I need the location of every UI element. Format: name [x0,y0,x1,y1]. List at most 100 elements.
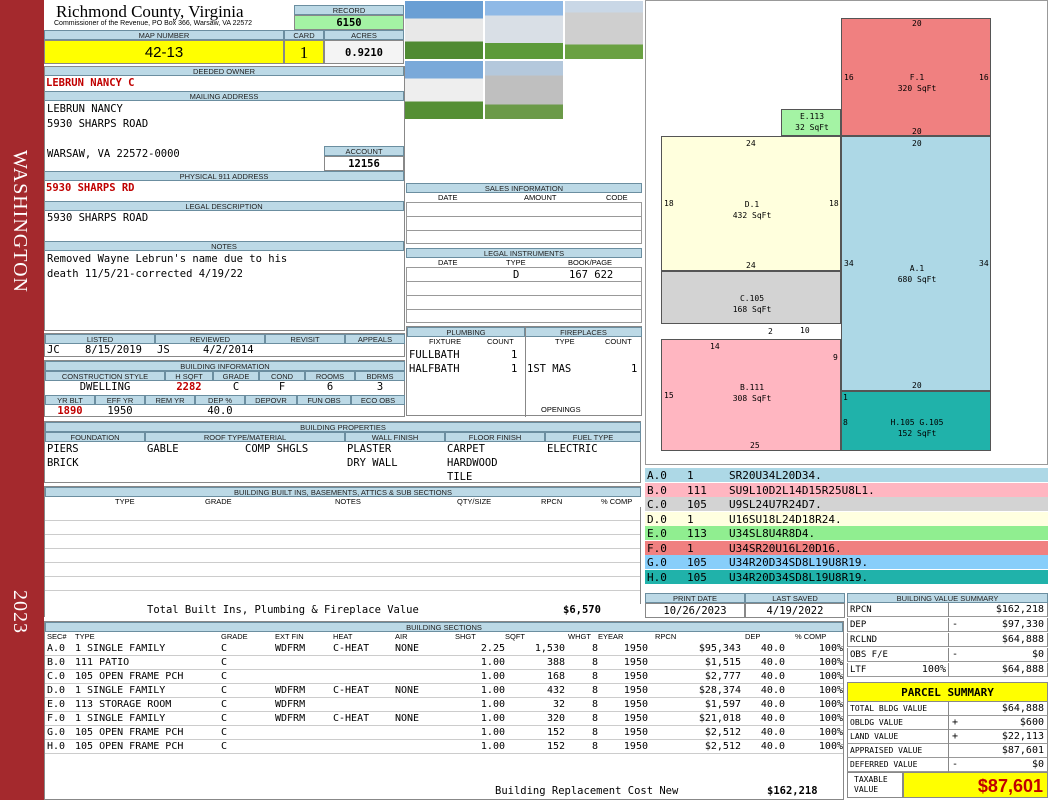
sketch-f1-id: F.1 [909,73,925,82]
listed-date: 8/15/2019 [85,344,142,356]
section-cell: NONE [395,643,420,654]
sketch-segment-a1: A.1 680 SqFt [841,136,991,391]
plumbing-fixture-col: FIXTURE [429,337,462,346]
sketch-b111-area: 308 SqFt [732,394,772,403]
bi-rooms-col: ROOMS [305,371,355,381]
builtins-label: BUILDING BUILT INS, BASEMENTS, ATTICS & … [45,487,641,497]
vs-value: $97,330 [1001,619,1044,630]
bi-cond-col: COND [259,371,305,381]
vs-key: DEP [850,620,867,630]
parcel-summary-row: APPRAISED VALUE $87,601 [847,744,1048,758]
building-properties-label: BUILDING PROPERTIES [45,422,641,432]
sketch-code-row: A.0 1 SR20U34L20D34. [645,468,1048,483]
section-cell: WDFRM [275,643,306,654]
section-cell: 8 [591,657,598,668]
dim-d-bottom: 24 [746,261,756,270]
section-row: D.0 1 SINGLE FAMILY C WDFRM C-HEAT NONE 1.00 43… [45,684,843,698]
section-cell: 105 OPEN FRAME PCH [75,741,184,752]
roof-label: ROOF TYPE/MATERIAL [145,432,345,442]
ps-key: DEFERRED VALUE [850,760,918,769]
dim-f-left: 16 [844,73,854,82]
section-cell: C [221,741,228,752]
bi-hsqft: 2282 [176,381,202,393]
sales-date-col: DATE [438,193,458,202]
wall-finish-1: PLASTER [347,443,392,455]
commissioner-address: Commissioner of the Revenue, PO Box 366,… [54,20,253,27]
county-title: Richmond County, Virginia [56,2,244,21]
property-photo-2 [484,0,564,60]
fireplace-count-1: 1 [631,363,638,375]
section-cell: 1,530 [534,643,565,654]
ps-sign: + [952,731,959,742]
section-cell: 1.00 [480,727,505,738]
section-row: F.0 1 SINGLE FAMILY C WDFRM C-HEAT NONE 1.00 32… [45,712,843,726]
section-cell: $28,374 [698,685,741,696]
section-cell: 1950 [623,643,648,654]
vs-sign: - [952,619,959,630]
sketch-code-row: D.0 1 U16SU18L24D18R24. [645,511,1048,527]
section-cell: F.0 [47,713,66,724]
section-cell: C [221,727,228,738]
print-date-label: PRINT DATE [645,593,745,603]
section-cell: 1950 [623,685,648,696]
section-cell: 1950 [623,713,648,724]
sketch-code-row: C.0 105 U9SL24U7R24D7. [645,497,1048,512]
vs-value: $0 [1031,649,1044,660]
sketch-code-row: G.0 105 U34R20D34SD8L19U8R19. [645,555,1048,570]
building-sketch: F.1 320 SqFt E.113 32 SqFt D.1 432 SqFt … [645,0,1048,465]
sketch-h105-area: 152 SqFt [897,429,937,438]
sketch-code-path: U34SR20U16L20D16. [729,541,842,555]
section-cell: 320 [546,713,565,724]
bi-ecoobs-col: ECO OBS [351,395,405,405]
parcel-summary-row: DEFERRED VALUE - $0 [847,758,1048,772]
map-number: 42-13 [44,40,284,64]
appeals-label: APPEALS [345,334,405,344]
vs-divider [948,648,949,662]
physical-address-label: PHYSICAL 911 ADDRESS [44,171,404,181]
section-cell: 388 [546,657,565,668]
section-cell: 1 SINGLE FAMILY [75,713,166,724]
section-cell: WDFRM [275,699,306,710]
foundation-2: BRICK [47,457,79,469]
sales-code-col: CODE [606,193,628,202]
sketch-code-sec: D.0 [647,512,667,526]
section-cell: NONE [395,685,420,696]
listing-panel: LISTED REVIEWED REVISIT APPEALS JC 8/15/… [44,333,405,357]
parcel-summary-row: LAND VALUE + $22,113 [847,730,1048,744]
vs-key: OBS F/E [850,650,888,660]
sketch-code-code: 105 [687,498,707,511]
section-cell: 1950 [623,671,648,682]
ps-key: TOTAL BLDG VALUE [850,704,928,713]
sketch-code-path: U16SU18L24D18R24. [729,512,842,526]
building-properties-panel: BUILDING PROPERTIES FOUNDATION ROOF TYPE… [44,421,641,483]
acres-value: 0.9210 [324,40,404,64]
record-label: RECORD [294,5,404,15]
section-cell: C [221,671,228,682]
bi-grade-col2: GRADE [205,497,232,506]
section-cell: 40.0 [760,671,785,682]
property-photo-5 [484,60,564,120]
ps-value: $87,601 [1001,745,1044,756]
section-cell: E.0 [47,699,66,710]
ps-value: $64,888 [1001,703,1044,714]
plumbing-fixture-1: FULLBATH [409,349,460,361]
vs-key: RPCN [850,605,872,615]
section-cell: 100% [818,699,843,710]
section-col: TYPE [75,632,95,641]
card-number: 1 [284,40,324,64]
sketch-a1-area: 680 SqFt [897,275,937,284]
dim-a-left: 34 [844,259,854,268]
parcel-summary-row: TOTAL BLDG VALUE $64,888 [847,702,1048,716]
account-label: ACCOUNT [324,146,404,156]
sketch-b111-id: B.111 [739,383,765,392]
pf-divider [525,327,526,417]
section-cell: C [221,699,228,710]
property-photo-1 [404,0,484,60]
mailing-line-2: 5930 SHARPS ROAD [47,118,149,130]
sketch-code-path: U34R20D34SD8L19U8R19. [729,570,869,584]
dim-h-left: 8 [843,418,848,427]
dim-f-right: 16 [979,73,989,82]
parcel-summary-row: OBLDG VALUE + $600 [847,716,1048,730]
sales-info-label: SALES INFORMATION [406,183,642,193]
section-cell: 1.00 [480,741,505,752]
